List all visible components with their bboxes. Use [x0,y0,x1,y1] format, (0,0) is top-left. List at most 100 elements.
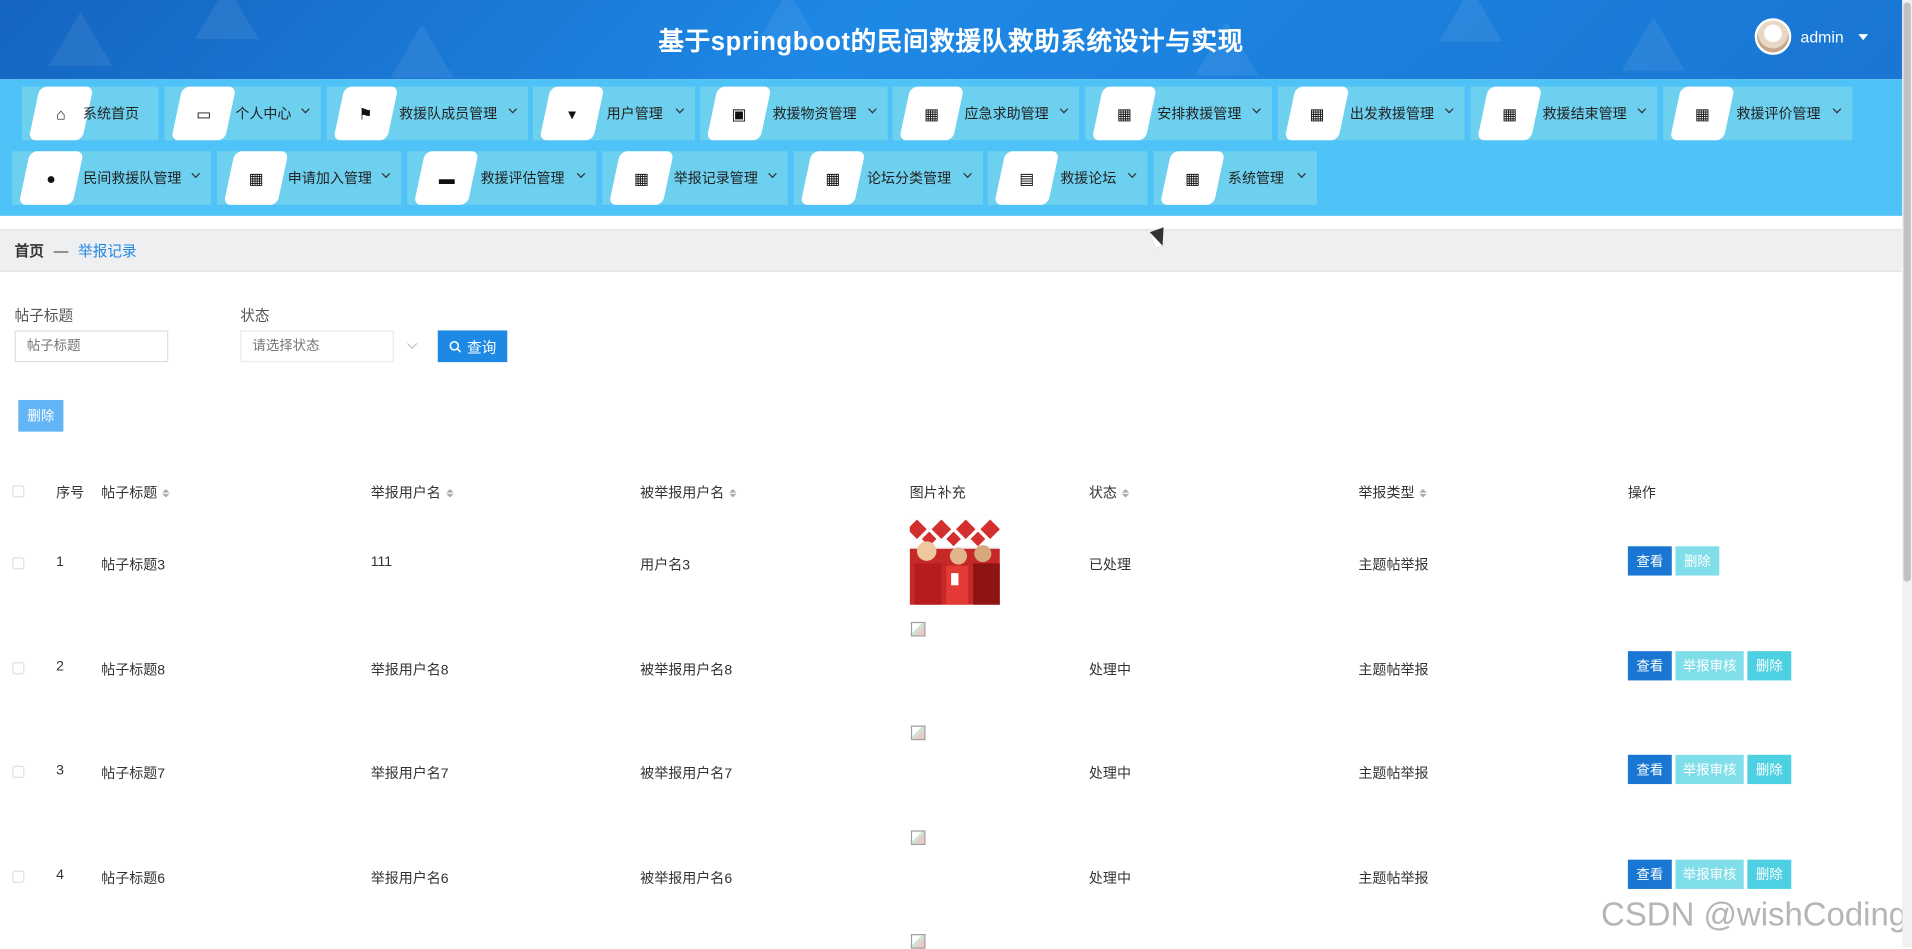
report-image[interactable] [909,514,1000,605]
sort-icon[interactable] [445,488,454,497]
nav-item[interactable]: ▤ 救援论坛 [987,151,1148,205]
chevron-down-icon [675,104,685,114]
nav-item[interactable]: ▾ 用户管理 [532,86,696,141]
col-reported-label: 被举报用户名 [640,486,725,502]
chevron-down-icon [1297,169,1307,179]
nav-item[interactable]: ▦ 应急求助管理 [892,86,1080,141]
delete-button[interactable]: 删除 [1747,754,1792,785]
delete-button[interactable]: 删除 [1675,546,1720,576]
sort-icon[interactable] [162,488,170,497]
chevron-down-icon [868,104,877,114]
breadcrumb-home[interactable]: 首页 [15,240,44,261]
sort-icon[interactable] [729,488,737,497]
audit-button[interactable]: 举报审核 [1675,859,1744,889]
nav-item[interactable]: ▣ 救援物资管理 [699,86,888,141]
nav-item-label: 救援论坛 [1060,171,1117,187]
batch-delete-button[interactable]: 删除 [18,399,64,432]
nav-item[interactable]: ⚑ 救援队成员管理 [326,86,528,141]
cell-title: 帖子标题8 [101,663,166,678]
cell-reporter: 举报用户名6 [370,871,449,887]
chevron-down-icon [381,169,391,179]
nav-item-label: 出发救援管理 [1349,107,1435,122]
nav-icon-glyph: ▦ [924,104,940,123]
col-image: 图片补充 [910,483,966,503]
nav-item[interactable]: ▦ 系统管理 [1153,151,1317,205]
select-all-checkbox[interactable] [12,485,25,498]
nav-item[interactable]: ▭ 个人中心 [164,86,321,141]
nav-icon-glyph: ▭ [196,104,212,123]
row-checkbox[interactable] [12,870,25,883]
cell-status: 已处理 [1088,558,1131,574]
audit-button[interactable]: 举报审核 [1675,754,1744,785]
audit-button[interactable]: 举报审核 [1675,651,1744,681]
col-image-label: 图片补充 [909,486,966,502]
view-button[interactable]: 查看 [1627,859,1672,889]
breadcrumb-separator: — [53,242,69,260]
col-title[interactable]: 帖子标题 [101,483,170,503]
nav-item[interactable]: ▦ 举报记录管理 [602,151,788,205]
sort-icon[interactable] [1419,488,1427,497]
cell-reported: 被举报用户名7 [640,766,733,782]
nav-icon-glyph: ▦ [1502,104,1518,123]
row-checkbox[interactable] [12,662,25,675]
breadcrumb: 首页 — 举报记录 [0,229,1903,272]
cell-type: 主题帖举报 [1358,766,1429,782]
view-button[interactable]: 查看 [1627,546,1672,576]
nav-item-label: 用户管理 [606,107,663,122]
nav-item[interactable]: ⌂ 系统首页 [21,86,159,141]
broken-image-icon [910,934,926,949]
chevron-down-icon [1252,104,1261,114]
col-type[interactable]: 举报类型 [1358,483,1427,503]
delete-button[interactable]: 删除 [1747,651,1792,681]
col-reporter[interactable]: 举报用户名 [371,483,454,503]
cell-status: 处理中 [1088,766,1131,782]
nav-item-label: 个人中心 [235,107,292,122]
search-icon [449,340,462,353]
nav-item-label: 安排救援管理 [1157,107,1242,122]
nav-icon-glyph: ▬ [438,168,455,188]
view-button[interactable]: 查看 [1627,754,1672,785]
nav-item[interactable]: ● 民间救援队管理 [12,151,211,205]
col-title-label: 帖子标题 [101,486,158,502]
scrollbar-thumb[interactable] [1903,2,1911,582]
title-search-input[interactable] [14,330,169,363]
view-button[interactable]: 查看 [1627,651,1672,681]
col-index-label: 序号 [56,486,85,502]
nav-item[interactable]: ▦ 论坛分类管理 [793,151,983,205]
col-actions-label: 操作 [1627,486,1656,502]
nav-icon-glyph: ▾ [567,104,576,123]
nav-item[interactable]: ▬ 救援评估管理 [407,151,597,205]
col-status[interactable]: 状态 [1089,483,1130,503]
cell-index: 2 [56,659,64,675]
query-button[interactable]: 查询 [437,330,508,363]
cell-reported: 被举报用户名6 [640,871,733,887]
delete-button[interactable]: 删除 [1747,859,1792,889]
sort-icon[interactable] [1121,488,1130,497]
nav-item-label: 民间救援队管理 [83,171,182,187]
cell-index: 4 [56,868,64,883]
row-checkbox[interactable] [12,765,25,778]
user-menu[interactable]: admin [1754,18,1869,55]
nav-item[interactable]: ▦ 申请加入管理 [217,151,402,205]
nav-icon-glyph: ▦ [248,168,264,188]
cell-reporter: 111 [370,554,393,570]
avatar [1754,18,1791,55]
col-reported[interactable]: 被举报用户名 [640,483,737,503]
chevron-down-icon [768,169,777,179]
nav-item-label: 救援物资管理 [772,107,857,122]
nav-icon-glyph: ▤ [1019,168,1035,188]
chevron-down-icon [1127,169,1137,179]
breadcrumb-current[interactable]: 举报记录 [78,240,137,261]
nav-item-label: 申请加入管理 [287,171,372,187]
nav-item[interactable]: ▦ 出发救援管理 [1277,86,1465,141]
nav-item[interactable]: ▦ 救援评价管理 [1663,86,1853,141]
status-select[interactable] [240,330,394,363]
top-header: 基于springboot的民间救援队救助系统设计与实现 admin [0,0,1903,80]
row-checkbox[interactable] [12,557,25,570]
chevron-down-icon [508,104,518,114]
nav-item[interactable]: ▦ 安排救援管理 [1085,86,1272,141]
nav-item[interactable]: ▦ 救援结束管理 [1470,86,1658,141]
scrollbar[interactable] [1902,0,1912,948]
nav-item-label: 救援队成员管理 [399,107,498,122]
nav-icon-glyph: ▦ [633,168,649,188]
